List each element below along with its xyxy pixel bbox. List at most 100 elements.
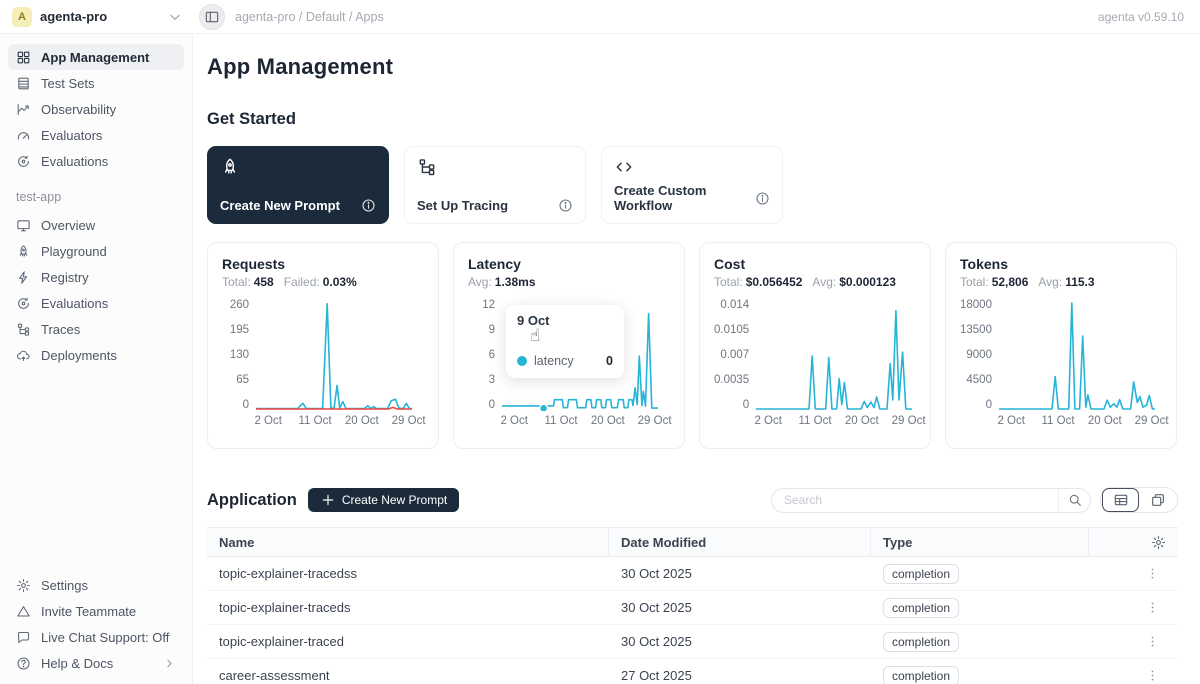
chart-stats: Total:52,806 Avg:115.3 bbox=[960, 275, 1162, 289]
lightning-icon bbox=[16, 270, 32, 285]
sidebar-item-deployments[interactable]: Deployments bbox=[8, 342, 184, 368]
y-tick: 13500 bbox=[960, 324, 992, 336]
row-menu-button[interactable] bbox=[1089, 600, 1178, 615]
card-bottom: Set Up Tracing bbox=[417, 198, 573, 213]
y-axis: 1800013500900045000 bbox=[960, 299, 999, 411]
metric-card-latency: LatencyAvg:1.38ms1296302 Oct11 Oct20 Oct… bbox=[453, 242, 685, 449]
nav-item-label: Playground bbox=[41, 244, 107, 259]
grid-icon bbox=[16, 50, 32, 65]
plot-area[interactable] bbox=[256, 299, 424, 411]
table-view-icon bbox=[1113, 492, 1129, 508]
nav-item-label: Overview bbox=[41, 218, 95, 233]
hand-cursor-icon: ☝ bbox=[530, 326, 540, 346]
chevron-down-icon[interactable] bbox=[167, 9, 183, 25]
y-tick: 0.0035 bbox=[714, 374, 749, 386]
chart-stat: Avg:1.38ms bbox=[468, 275, 536, 289]
gauge-icon bbox=[16, 128, 32, 143]
gear-icon bbox=[16, 578, 32, 593]
x-tick: 20 Oct bbox=[345, 415, 379, 427]
search-button[interactable] bbox=[1058, 489, 1090, 512]
apps-table: NameDate ModifiedType topic-explainer-tr… bbox=[207, 527, 1178, 684]
chart-stat: Total:52,806 bbox=[960, 275, 1028, 289]
app-root: A agenta-pro agenta-pro / Default / Apps… bbox=[0, 0, 1200, 684]
nav-item-label: Evaluations bbox=[41, 154, 108, 169]
get-started-card-create-custom-workflow[interactable]: Create Custom Workflow bbox=[601, 146, 783, 224]
sidebar-item-app-management[interactable]: App Management bbox=[8, 44, 184, 70]
table-row[interactable]: topic-explainer-traceds30 Oct 2025comple… bbox=[207, 591, 1178, 625]
metric-card-tokens: TokensTotal:52,806Avg:115.31800013500900… bbox=[945, 242, 1177, 449]
chart-stat: Total:$0.056452 bbox=[714, 275, 802, 289]
application-title: Application bbox=[207, 491, 297, 510]
metric-card-cost: CostTotal:$0.056452Avg:$0.0001230.0140.0… bbox=[699, 242, 931, 449]
plot-area[interactable] bbox=[999, 299, 1162, 411]
row-menu-button[interactable] bbox=[1089, 668, 1178, 683]
table-row[interactable]: topic-explainer-traced30 Oct 2025complet… bbox=[207, 625, 1178, 659]
application-header: Application Create New Prompt bbox=[207, 487, 1178, 513]
stat-value: 1.38ms bbox=[495, 275, 536, 289]
breadcrumb[interactable]: agenta-pro / Default / Apps bbox=[235, 10, 384, 24]
get-started-card-set-up-tracing[interactable]: Set Up Tracing bbox=[404, 146, 586, 224]
sidebar-item-observability[interactable]: Observability bbox=[8, 96, 184, 122]
type-badge: completion bbox=[883, 564, 959, 584]
card-label: Create Custom Workflow bbox=[614, 183, 755, 213]
chart-title: Tokens bbox=[960, 256, 1162, 272]
card-label: Set Up Tracing bbox=[417, 198, 508, 213]
sidebar-footer-item-live-chat-support-off[interactable]: Live Chat Support: Off bbox=[8, 624, 184, 650]
x-tick: 29 Oct bbox=[392, 415, 426, 427]
y-axis: 0.0140.01050.0070.00350 bbox=[714, 299, 756, 411]
workspace-switcher[interactable]: A agenta-pro bbox=[0, 7, 193, 27]
sidebar-section-label: test-app bbox=[16, 190, 176, 204]
search-input[interactable] bbox=[772, 493, 1058, 507]
column-header-date-modified[interactable]: Date Modified bbox=[609, 528, 871, 556]
chart-title: Cost bbox=[714, 256, 916, 272]
code-icon bbox=[614, 157, 770, 177]
card-view-button[interactable] bbox=[1139, 488, 1176, 512]
stat-value: 458 bbox=[254, 275, 274, 289]
y-tick: 195 bbox=[230, 324, 249, 336]
chart-stat: Total:458 bbox=[222, 275, 274, 289]
sidebar-item-evaluators[interactable]: Evaluators bbox=[8, 122, 184, 148]
info-icon[interactable] bbox=[361, 198, 376, 213]
sidebar-item-evaluations[interactable]: Evaluations bbox=[8, 290, 184, 316]
info-icon[interactable] bbox=[755, 191, 770, 206]
tooltip-row: latency0 bbox=[517, 354, 613, 368]
sidebar-footer-item-help-docs[interactable]: Help & Docs bbox=[8, 650, 184, 676]
row-menu-button[interactable] bbox=[1089, 566, 1178, 581]
tooltip-series-name: latency bbox=[534, 354, 574, 368]
x-tick: 11 Oct bbox=[544, 415, 577, 427]
info-icon[interactable] bbox=[558, 198, 573, 213]
y-tick: 130 bbox=[230, 349, 249, 361]
row-menu-button[interactable] bbox=[1089, 634, 1178, 649]
chart-title: Latency bbox=[468, 256, 670, 272]
nav-item-label: Deployments bbox=[41, 348, 117, 363]
sidebar-item-overview[interactable]: Overview bbox=[8, 212, 184, 238]
sidebar: App ManagementTest SetsObservabilityEval… bbox=[0, 34, 193, 684]
tree-icon bbox=[16, 322, 32, 337]
create-new-prompt-button[interactable]: Create New Prompt bbox=[308, 488, 459, 512]
sidebar-item-traces[interactable]: Traces bbox=[8, 316, 184, 342]
sidebar-item-evaluations[interactable]: Evaluations bbox=[8, 148, 184, 174]
observability-icon bbox=[16, 102, 32, 117]
sidebar-item-playground[interactable]: Playground bbox=[8, 238, 184, 264]
table-row[interactable]: career-assessment27 Oct 2025completion bbox=[207, 659, 1178, 684]
sidebar-item-test-sets[interactable]: Test Sets bbox=[8, 70, 184, 96]
sidebar-toggle-button[interactable] bbox=[199, 4, 225, 30]
view-toggle bbox=[1100, 487, 1178, 513]
sidebar-footer-item-invite-teammate[interactable]: Invite Teammate bbox=[8, 598, 184, 624]
sidebar-item-registry[interactable]: Registry bbox=[8, 264, 184, 290]
x-tick: 11 Oct bbox=[298, 415, 331, 427]
get-started-card-create-new-prompt[interactable]: Create New Prompt bbox=[207, 146, 389, 224]
column-header-name[interactable]: Name bbox=[207, 528, 609, 556]
column-header-type[interactable]: Type bbox=[871, 528, 1089, 556]
plot-area[interactable] bbox=[756, 299, 916, 411]
rocket-icon bbox=[16, 244, 32, 259]
chart-stat: Avg:115.3 bbox=[1038, 275, 1094, 289]
sidebar-footer-item-settings[interactable]: Settings bbox=[8, 572, 184, 598]
search-box bbox=[771, 488, 1091, 513]
sidebar-app-nav: Overview Playground RegistryEvaluationsTra… bbox=[0, 212, 192, 368]
table-view-button[interactable] bbox=[1102, 488, 1139, 512]
gear-icon[interactable] bbox=[1151, 535, 1166, 550]
y-tick: 9000 bbox=[966, 349, 992, 361]
table-row[interactable]: topic-explainer-tracedss30 Oct 2025compl… bbox=[207, 557, 1178, 591]
card-bottom: Create New Prompt bbox=[220, 198, 376, 213]
